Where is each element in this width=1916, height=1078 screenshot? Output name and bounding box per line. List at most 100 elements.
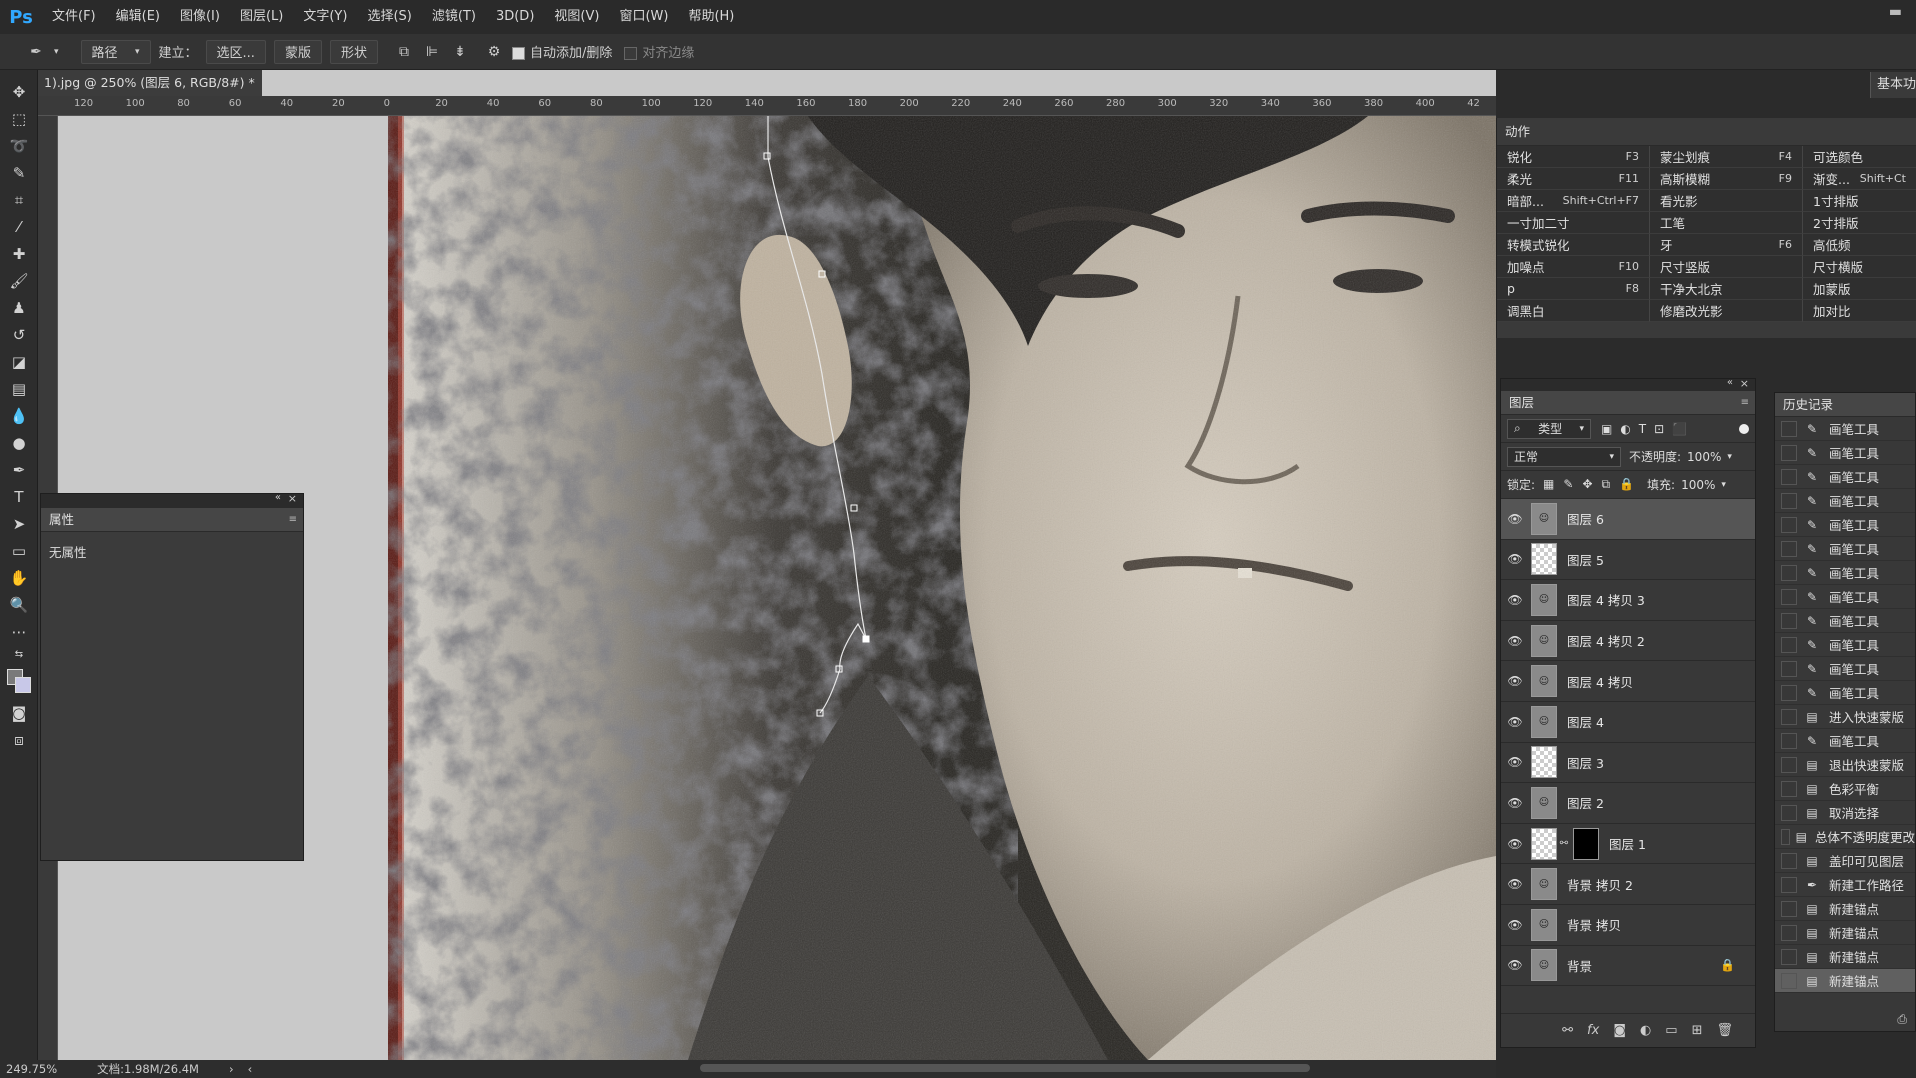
menu-item[interactable]: 视图(V) — [544, 0, 609, 34]
crop-tool-icon[interactable]: ⌗ — [0, 186, 38, 213]
layer-filter-select[interactable]: ⌕ 类型 ▾ — [1507, 418, 1591, 439]
action-item[interactable]: 调黑白 — [1497, 300, 1650, 322]
close-icon[interactable]: × — [288, 492, 297, 505]
layer-row[interactable]: 👁 ☺ 背景 拷贝 2 — [1501, 864, 1755, 905]
more-tools-icon[interactable]: ⋯ — [0, 618, 38, 645]
status-arrow-icon[interactable]: › — [229, 1062, 234, 1076]
history-source-checkbox[interactable] — [1781, 708, 1797, 725]
layer-name[interactable]: 背景 拷贝 — [1567, 915, 1621, 934]
history-item[interactable]: ▤ 进入快速蒙版 — [1775, 705, 1915, 729]
panel-menu-icon[interactable]: ≡ — [1741, 391, 1749, 415]
menu-item[interactable]: 帮助(H) — [678, 0, 744, 34]
chevron-down-icon[interactable]: ▾ — [1727, 452, 1732, 462]
layer-thumbnail[interactable]: ☺ — [1531, 583, 1557, 616]
history-item[interactable]: ▤ 退出快速蒙版 — [1775, 753, 1915, 777]
auto-add-delete-option[interactable]: 自动添加/删除 — [511, 42, 612, 61]
history-item[interactable]: ✎ 画笔工具 — [1775, 441, 1915, 465]
swap-colors-icon[interactable]: ⇆ — [0, 645, 38, 663]
fill-value[interactable]: 100% — [1681, 478, 1715, 492]
eye-icon[interactable]: 👁 — [1501, 877, 1529, 891]
action-item[interactable]: 可选颜色 — [1803, 146, 1916, 168]
action-item[interactable]: 尺寸竖版 — [1650, 256, 1803, 278]
layer-thumbnail[interactable]: ☺ — [1531, 868, 1557, 901]
horizontal-ruler[interactable]: 120 100 80 60 40 20 0 20 40 60 80 100 120 140 160 180 20… — [38, 96, 1496, 116]
history-tab[interactable]: 历史记录 — [1775, 393, 1915, 417]
action-item[interactable]: 柔光 F11 — [1497, 168, 1650, 190]
eye-icon[interactable]: 👁 — [1501, 918, 1529, 932]
history-source-checkbox[interactable] — [1781, 540, 1797, 557]
action-item[interactable]: 干净大北京 — [1650, 278, 1803, 300]
history-item[interactable]: ▤ 取消选择 — [1775, 801, 1915, 825]
auto-add-checkbox[interactable] — [511, 47, 525, 60]
action-item[interactable]: 尺寸横版 — [1803, 256, 1916, 278]
zoom-level[interactable]: 249.75% — [6, 1062, 57, 1076]
close-icon[interactable]: × — [1740, 377, 1749, 390]
lasso-tool-icon[interactable]: ➰ — [0, 132, 38, 159]
action-item[interactable]: 蒙尘划痕 F4 — [1650, 146, 1803, 168]
history-source-checkbox[interactable] — [1781, 564, 1797, 581]
layer-thumbnail[interactable]: ☺ — [1531, 705, 1557, 738]
menu-item[interactable]: 滤镜(T) — [422, 0, 486, 34]
history-item[interactable]: ✎ 画笔工具 — [1775, 417, 1915, 441]
path-mode-select[interactable]: 路径 ▾ — [80, 39, 151, 64]
quick-select-tool-icon[interactable]: ✎ — [0, 159, 38, 186]
layer-thumbnail[interactable]: ☺ — [1531, 624, 1557, 657]
lock-icons[interactable]: ▦✎✥⧉🔒 — [1543, 477, 1643, 492]
eye-icon[interactable]: 👁 — [1501, 958, 1529, 972]
layer-thumbnail[interactable] — [1531, 543, 1557, 576]
path-selection-tool-icon[interactable]: ➤ — [0, 510, 38, 537]
eyedropper-tool-icon[interactable]: ⁄ — [0, 213, 38, 240]
eye-icon[interactable]: 👁 — [1501, 674, 1529, 688]
healing-brush-tool-icon[interactable]: ✚ — [0, 240, 38, 267]
filter-type-icons[interactable]: ▣◐T⊡⬛ — [1601, 422, 1695, 436]
document-tab[interactable]: 1).jpg @ 250% (图层 6, RGB/8#) * × — [38, 70, 262, 96]
menu-item[interactable]: 图层(L) — [230, 0, 293, 34]
gear-icon[interactable]: ⚙ — [484, 42, 504, 62]
layer-name[interactable]: 图层 1 — [1609, 834, 1646, 853]
layer-thumbnail[interactable]: ☺ — [1531, 786, 1557, 819]
color-swatches[interactable] — [0, 663, 38, 699]
action-item[interactable]: 渐变... Shift+Ct — [1803, 168, 1916, 190]
history-item[interactable]: ▤ 新建锚点 — [1775, 897, 1915, 921]
layer-name[interactable]: 图层 6 — [1567, 509, 1604, 528]
marquee-tool-icon[interactable]: ⬚ — [0, 105, 38, 132]
layer-row[interactable]: 👁 ☺ 图层 6 — [1501, 499, 1755, 540]
history-source-checkbox[interactable] — [1781, 780, 1797, 797]
action-item[interactable]: 1寸排版 — [1803, 190, 1916, 212]
menu-item[interactable]: 窗口(W) — [609, 0, 678, 34]
new-snapshot-icon[interactable]: ⎙ — [1897, 1012, 1907, 1027]
workspace-switcher[interactable]: 基本功能 — [1870, 72, 1916, 98]
history-source-checkbox[interactable] — [1781, 828, 1790, 845]
align-edges-option[interactable]: 对齐边缘 — [624, 42, 694, 61]
layer-name[interactable]: 图层 2 — [1567, 793, 1604, 812]
layer-mask-thumbnail[interactable] — [1573, 827, 1599, 860]
quick-mask-icon[interactable]: ◙ — [0, 699, 38, 726]
action-item[interactable]: 2寸排版 — [1803, 212, 1916, 234]
mask-button[interactable]: 蒙版 — [273, 39, 322, 64]
gradient-tool-icon[interactable]: ▤ — [0, 375, 38, 402]
history-source-checkbox[interactable] — [1781, 900, 1797, 917]
layer-name[interactable]: 图层 4 拷贝 3 — [1567, 590, 1645, 609]
action-item[interactable]: 转模式锐化 — [1497, 234, 1650, 256]
history-source-checkbox[interactable] — [1781, 948, 1797, 965]
clone-stamp-tool-icon[interactable]: ♟ — [0, 294, 38, 321]
history-source-checkbox[interactable] — [1781, 732, 1797, 749]
action-item[interactable]: 看光影 — [1650, 190, 1803, 212]
menu-item[interactable]: 选择(S) — [357, 0, 421, 34]
layer-row[interactable]: 👁 ☺ 图层 4 拷贝 2 — [1501, 621, 1755, 662]
layer-row[interactable]: 👁 ☺ 图层 4 — [1501, 702, 1755, 743]
chevron-down-icon[interactable]: ▾ — [1721, 480, 1726, 490]
action-item[interactable]: 加对比 — [1803, 300, 1916, 322]
mask-link-icon[interactable]: ⚯ — [1559, 838, 1569, 849]
history-item[interactable]: ✎ 画笔工具 — [1775, 729, 1915, 753]
action-item[interactable]: 一寸加二寸 — [1497, 212, 1650, 234]
history-item[interactable]: ✎ 画笔工具 — [1775, 513, 1915, 537]
layer-row[interactable]: 👁 ☺ 图层 2 — [1501, 783, 1755, 824]
history-source-checkbox[interactable] — [1781, 444, 1797, 461]
screen-mode-icon[interactable]: ⧈ — [0, 726, 38, 753]
layer-row[interactable]: 👁 ⚯ 图层 1 — [1501, 824, 1755, 865]
zoom-tool-icon[interactable]: 🔍 — [0, 591, 38, 618]
layer-name[interactable]: 图层 3 — [1567, 753, 1604, 772]
align-edges-checkbox[interactable] — [624, 47, 638, 60]
action-item[interactable]: 暗部... Shift+Ctrl+F7 — [1497, 190, 1650, 212]
